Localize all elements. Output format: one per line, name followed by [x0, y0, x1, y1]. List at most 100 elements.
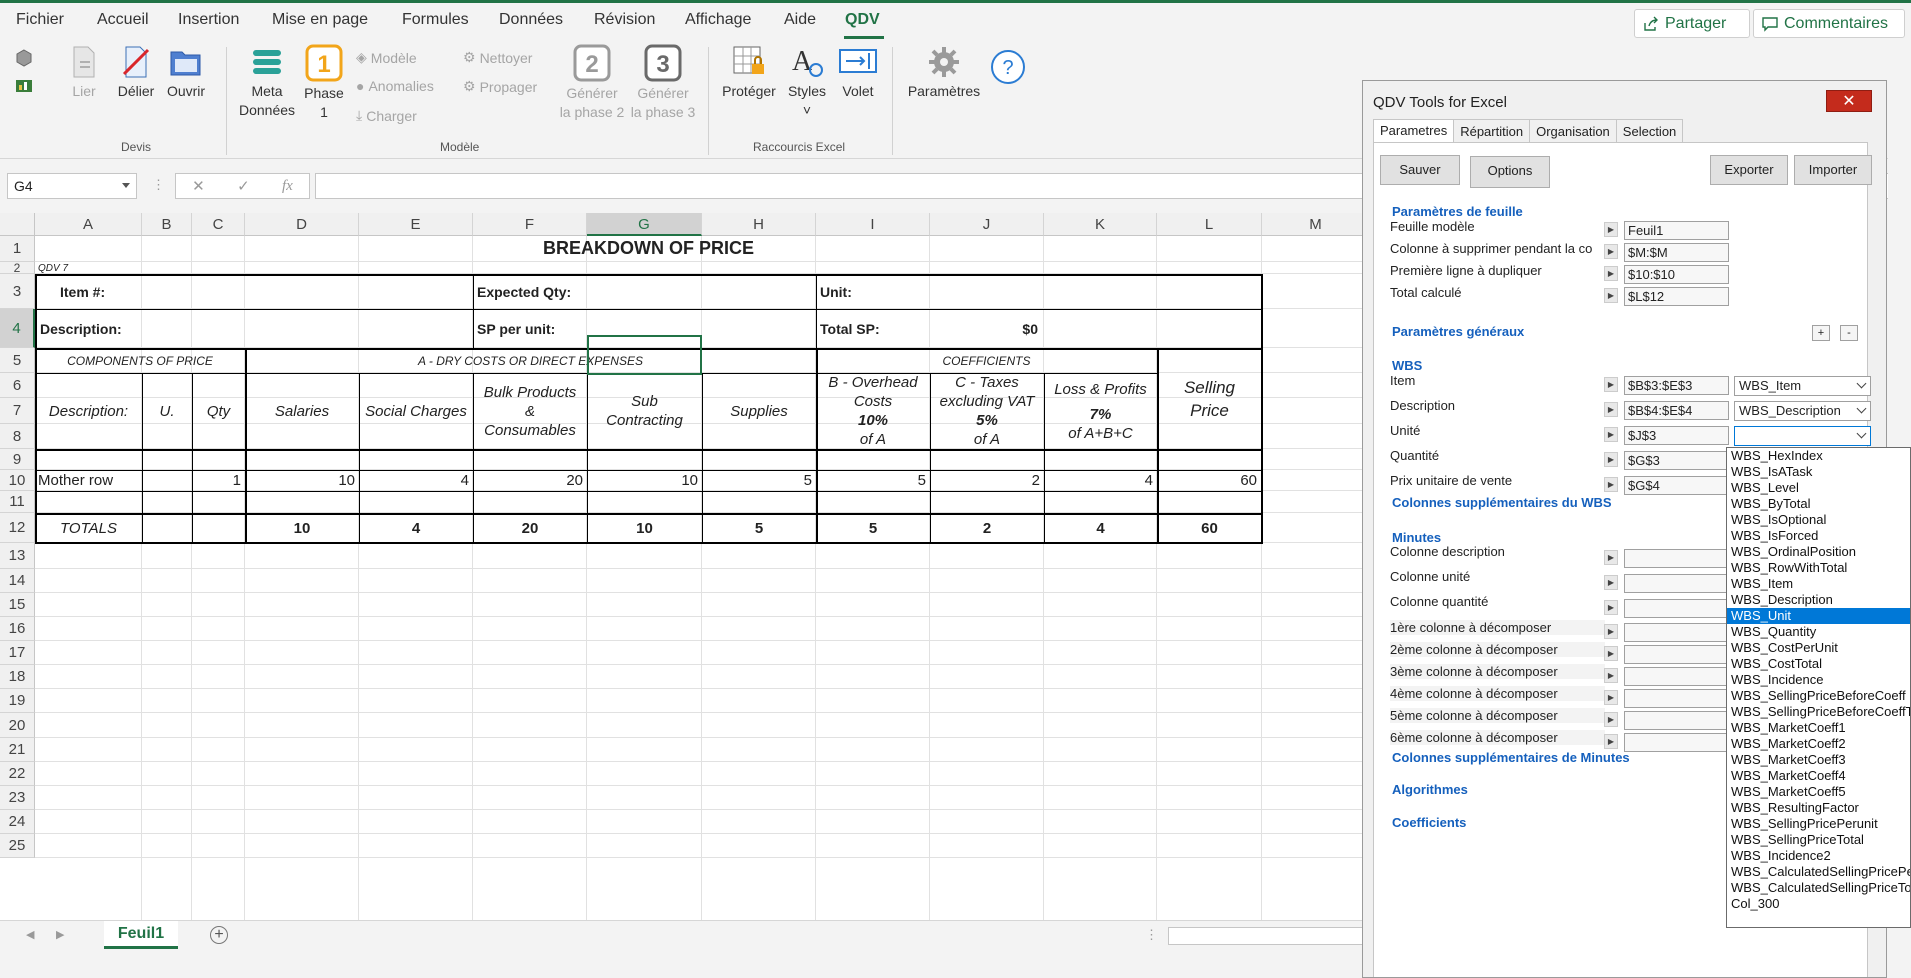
section-parametres-generaux[interactable]: Paramètres généraux [1392, 324, 1524, 339]
row-header[interactable]: 4 [0, 309, 35, 348]
field-min-quantite[interactable] [1624, 599, 1729, 618]
row-header[interactable]: 25 [0, 834, 35, 858]
nettoyer-button[interactable]: ⚙ Nettoyer [463, 49, 532, 66]
menu-formules[interactable]: Formules [402, 11, 469, 29]
description-label[interactable]: Description: [40, 309, 122, 348]
enter-icon[interactable]: ✓ [237, 177, 250, 195]
styles-button[interactable]: A Styles ˅ [784, 44, 830, 120]
totals-taxes[interactable]: 2 [930, 513, 1044, 543]
item-label[interactable]: Item #: [60, 274, 105, 309]
sheet-title[interactable]: BREAKDOWN OF PRICE [35, 235, 1262, 262]
menu-affichage[interactable]: Affichage [685, 11, 751, 29]
modele-button[interactable]: ◈ Modèle [356, 49, 417, 66]
lier-button[interactable]: Lier [64, 44, 104, 101]
expand-arrow-icon[interactable]: ▶ [1604, 222, 1618, 237]
section-parametres-feuille[interactable]: Paramètres de feuille [1392, 204, 1523, 219]
section-coefficients[interactable]: Coefficients [1392, 815, 1466, 830]
expand-arrow-icon[interactable]: ▶ [1604, 712, 1618, 727]
dropdown-option[interactable]: WBS_MarketCoeff4 [1727, 768, 1910, 784]
menu-insertion[interactable]: Insertion [178, 11, 239, 29]
horizontal-scrollbar[interactable] [1168, 927, 1370, 945]
menu-mise-en-page[interactable]: Mise en page [272, 11, 368, 29]
unit-label[interactable]: Unit: [820, 274, 852, 309]
dropdown-option[interactable]: WBS_SellingPriceTotal [1727, 832, 1910, 848]
column-header[interactable]: M [1262, 213, 1370, 236]
field-decomp-5[interactable] [1624, 711, 1729, 730]
expand-arrow-icon[interactable]: ▶ [1604, 646, 1618, 661]
dropdown-option[interactable]: WBS_MarketCoeff5 [1727, 784, 1910, 800]
expand-arrow-icon[interactable]: ▶ [1604, 734, 1618, 749]
fx-icon[interactable]: fx [282, 178, 293, 195]
row-header[interactable]: 9 [0, 449, 35, 470]
row-header[interactable]: 3 [0, 274, 35, 309]
dropdown-option[interactable]: WBS_ByTotal [1727, 496, 1910, 512]
volet-button[interactable]: Volet [836, 44, 880, 101]
combo-wbs-unite[interactable] [1734, 426, 1871, 446]
expand-arrow-icon[interactable]: ▶ [1604, 624, 1618, 639]
mother-row-qty[interactable]: 1 [192, 470, 241, 491]
field-min-unite[interactable] [1624, 574, 1729, 593]
totals-selling[interactable]: 60 [1157, 513, 1262, 543]
row-header[interactable]: 17 [0, 641, 35, 665]
dropdown-option[interactable]: WBS_MarketCoeff1 [1727, 720, 1910, 736]
sauver-button[interactable]: Sauver [1380, 155, 1460, 185]
expand-arrow-icon[interactable]: ▶ [1604, 690, 1618, 705]
row-header[interactable]: 10 [0, 470, 35, 491]
phase1-button[interactable]: 1 Phase 1 [301, 44, 347, 122]
generer-phase3-button[interactable]: 3 Générer la phase 3 [627, 44, 699, 122]
dropdown-option[interactable]: WBS_RowWithTotal [1727, 560, 1910, 576]
expected-qty-label[interactable]: Expected Qty: [477, 274, 571, 309]
dropdown-option[interactable]: WBS_OrdinalPosition [1727, 544, 1910, 560]
menu-aide[interactable]: Aide [784, 11, 816, 29]
mother-row-overhead[interactable]: 5 [816, 470, 926, 491]
share-button[interactable]: Partager [1634, 9, 1750, 38]
mother-row-label[interactable]: Mother row [38, 470, 113, 491]
column-header[interactable]: J [930, 213, 1044, 236]
dropdown-option[interactable]: WBS_MarketCoeff3 [1727, 752, 1910, 768]
field-wbs-prix[interactable]: $G$4 [1624, 476, 1729, 495]
field-feuille-modele[interactable]: Feuil1 [1624, 221, 1729, 240]
section-wbs[interactable]: WBS [1392, 358, 1422, 373]
cube-icon[interactable] [15, 49, 33, 70]
totals-social[interactable]: 4 [359, 513, 473, 543]
field-wbs-description[interactable]: $B$4:$E$4 [1624, 401, 1729, 420]
col-header-supplies[interactable]: Supplies [702, 373, 816, 449]
column-header[interactable]: D [245, 213, 359, 236]
expand-arrow-icon[interactable]: ▶ [1604, 266, 1618, 281]
expand-arrow-icon[interactable]: ▶ [1604, 427, 1618, 442]
dropdown-option[interactable]: WBS_IsATask [1727, 464, 1910, 480]
dropdown-option[interactable]: WBS_Item [1727, 576, 1910, 592]
field-min-description[interactable] [1624, 549, 1729, 568]
expand-arrow-icon[interactable]: ▶ [1604, 402, 1618, 417]
dropdown-option[interactable]: WBS_SellingPricePerunit [1727, 816, 1910, 832]
options-button[interactable]: Options [1470, 156, 1550, 188]
section-minutes-extra[interactable]: Colonnes supplémentaires de Minutes [1392, 750, 1630, 765]
column-header[interactable]: G [587, 213, 702, 236]
col-header-loss-profits[interactable]: Loss & Profits 7% of A+B+C [1044, 373, 1157, 449]
tab-selection[interactable]: Selection [1615, 119, 1684, 143]
dropdown-option[interactable]: WBS_Incidence [1727, 672, 1910, 688]
mother-row-social[interactable]: 4 [359, 470, 469, 491]
totals-supplies[interactable]: 5 [702, 513, 816, 543]
dropdown-option[interactable]: WBS_CalculatedSellingPricePe [1727, 864, 1910, 880]
expand-arrow-icon[interactable]: ▶ [1604, 452, 1618, 467]
coefficients-header[interactable]: COEFFICIENTS [816, 348, 1157, 373]
row-header[interactable]: 1 [0, 236, 35, 262]
chart-small-icon[interactable] [15, 77, 33, 98]
parametres-button[interactable]: Paramètres [904, 44, 984, 101]
mother-row-sub[interactable]: 10 [587, 470, 698, 491]
row-header[interactable]: 22 [0, 762, 35, 786]
spreadsheet-grid[interactable]: ABCDEFGHIJKLM 1 2 3 4 5 6 7 8 9 10 11 12 13 14 15 16 17 1… [0, 213, 1370, 923]
combo-wbs-description[interactable]: WBS_Description [1734, 401, 1871, 421]
exporter-button[interactable]: Exporter [1710, 155, 1788, 185]
totals-overhead[interactable]: 5 [816, 513, 930, 543]
row-header[interactable]: 7 [0, 398, 35, 424]
mother-row-supplies[interactable]: 5 [702, 470, 812, 491]
field-wbs-unite[interactable]: $J$3 [1624, 426, 1729, 445]
col-header-social-charges[interactable]: Social Charges [359, 373, 473, 449]
row-header[interactable]: 14 [0, 569, 35, 593]
dropdown-option[interactable]: WBS_CalculatedSellingPriceTo [1727, 880, 1910, 896]
col-header-bulk-products[interactable]: Bulk Products & Consumables [473, 373, 587, 449]
col-header-salaries[interactable]: Salaries [245, 373, 359, 449]
row-header[interactable]: 2 [0, 262, 35, 274]
